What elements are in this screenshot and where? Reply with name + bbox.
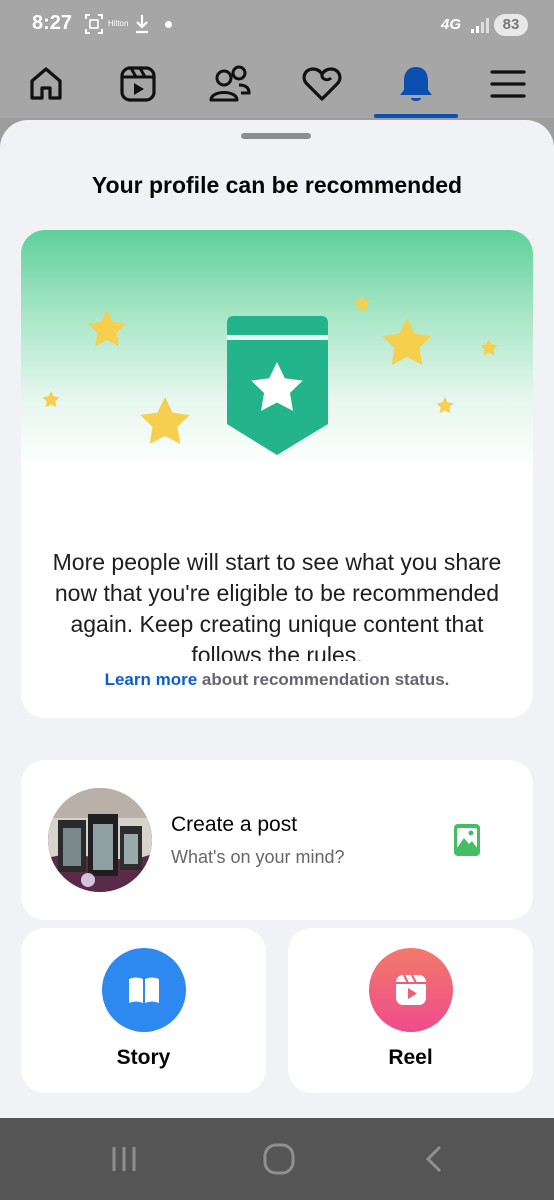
- notification-dot-icon: [165, 21, 172, 28]
- avatar: [48, 788, 152, 892]
- stars-illustration: [42, 295, 498, 455]
- star-icon: [382, 318, 432, 366]
- star-icon: [140, 397, 190, 445]
- back-button[interactable]: [384, 1118, 484, 1200]
- book-icon: [129, 977, 159, 1003]
- signal-icon: [471, 18, 489, 33]
- recent-apps-button[interactable]: [74, 1118, 174, 1200]
- screenshot-icon: [85, 14, 103, 34]
- star-icon: [42, 391, 60, 408]
- system-nav-bar: [0, 1118, 554, 1200]
- reel-icon-circle: [369, 948, 453, 1032]
- heart-icon: [302, 67, 342, 101]
- star-icon: [480, 339, 498, 356]
- back-icon: [425, 1145, 442, 1173]
- home-circle-icon: [263, 1143, 295, 1175]
- recent-apps-icon: [112, 1147, 136, 1171]
- reel-tile[interactable]: Reel: [288, 928, 533, 1093]
- home-tab[interactable]: [4, 50, 88, 118]
- create-post-title: Create a post: [171, 813, 298, 836]
- friends-tab[interactable]: [188, 50, 272, 118]
- star-icon: [88, 310, 126, 347]
- story-tile[interactable]: Story: [21, 928, 266, 1093]
- status-bar: 8:27 Hilton 4G 83: [0, 0, 554, 50]
- bell-icon: [400, 67, 432, 101]
- story-label: Story: [116, 1046, 171, 1069]
- status-time: 8:27: [32, 12, 73, 34]
- learn-more-link[interactable]: Learn more: [105, 670, 198, 689]
- star-icon: [353, 295, 371, 312]
- create-post-card[interactable]: Create a post What's on your mind?: [21, 760, 533, 920]
- sheet-title: Your profile can be recommended: [91, 172, 463, 198]
- active-tab-indicator: [374, 114, 458, 118]
- star-icon: [436, 397, 454, 414]
- friends-icon: [209, 65, 251, 102]
- composer-placeholder[interactable]: What's on your mind?: [171, 847, 345, 868]
- reel-icon: [396, 974, 426, 1005]
- dating-tab[interactable]: [280, 50, 364, 118]
- avatar-photo: [48, 788, 152, 892]
- top-nav: [0, 50, 554, 118]
- learn-more-suffix: about recommendation status.: [197, 670, 450, 689]
- learn-more-line: Learn more about recommendation status.: [21, 670, 533, 690]
- badge-icon: [227, 316, 328, 455]
- recommendation-banner: [21, 230, 533, 470]
- network-type: 4G: [441, 16, 462, 33]
- story-icon-circle: [102, 948, 186, 1032]
- photo-icon[interactable]: [453, 823, 481, 857]
- download-icon: [136, 15, 148, 34]
- home-button[interactable]: [229, 1118, 329, 1200]
- video-icon: [120, 66, 156, 102]
- recommendation-card: More people will start to see what you s…: [21, 230, 533, 718]
- notifications-tab[interactable]: [374, 50, 458, 118]
- menu-icon: [490, 70, 526, 98]
- menu-tab[interactable]: [466, 50, 550, 118]
- status-app-text: Hilton: [108, 19, 129, 28]
- sheet-drag-handle[interactable]: [241, 133, 311, 139]
- video-tab[interactable]: [96, 50, 180, 118]
- home-icon: [30, 67, 62, 100]
- reel-label: Reel: [388, 1046, 433, 1069]
- recommendation-body: More people will start to see what you s…: [52, 549, 502, 661]
- battery-indicator: 83: [494, 14, 528, 36]
